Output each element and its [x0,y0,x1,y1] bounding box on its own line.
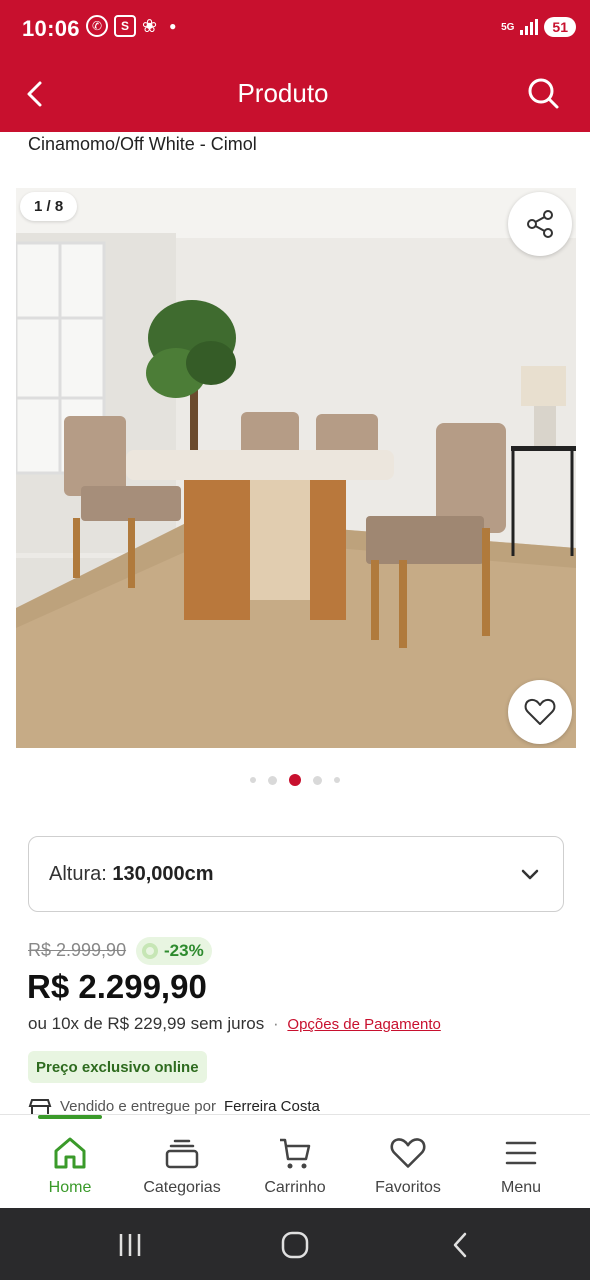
image-counter: 1 / 8 [20,192,78,221]
status-right: 5G 51 [501,17,576,37]
tab-favoritos[interactable]: Favoritos [353,1133,463,1197]
discount-badge: -23% [136,937,212,965]
pagination-dot[interactable] [334,777,340,783]
pagination-dot[interactable] [250,777,256,783]
current-price: R$ 2.299,90 [27,968,207,1005]
menu-icon [505,1141,537,1165]
home-nav-icon[interactable] [280,1230,310,1260]
system-nav-bar [0,1208,590,1280]
tab-menu[interactable]: Menu [466,1133,576,1197]
app-bar: Produto [0,58,590,132]
recent-apps-icon[interactable] [115,1230,145,1260]
gallery-pagination [0,774,590,786]
categories-icon [165,1139,199,1169]
height-select[interactable]: Altura: 130,000cm [28,836,564,912]
notification-icons: ✆ S ❀ ● [86,15,176,37]
product-subtitle: Cinamomo/Off White - Cimol [28,134,257,154]
share-button[interactable] [508,192,572,256]
page-title: Produto [237,78,329,108]
status-time: 10:06 [22,16,80,41]
discount-ring-icon [142,943,158,959]
height-select-text: Altura: 130,000cm [49,863,214,886]
pagination-dot[interactable] [313,775,322,785]
signal-icon [520,19,539,35]
height-select-value: 130,000cm [112,863,214,885]
height-select-label: Altura: [49,863,107,885]
pagination-dot-active[interactable] [289,774,301,786]
tab-favoritos-label: Favoritos [375,1179,441,1196]
active-tab-indicator [38,1115,102,1119]
chevron-down-icon [521,869,539,880]
installments-separator: · [273,1014,279,1033]
cart-icon [280,1138,311,1169]
tab-home[interactable]: Home [15,1133,125,1197]
bird-app-icon: ❀ [142,15,158,36]
payment-options-link[interactable]: Opções de Pagamento [287,1016,440,1033]
bottom-tab-bar: Home Categorias Carrinho Favoritos Menu [0,1114,590,1208]
installments-line: ou 10x de R$ 229,99 sem juros · Opções d… [28,1014,441,1034]
network-label: 5G [501,21,515,33]
tab-carrinho[interactable]: Carrinho [240,1133,350,1197]
favorite-button[interactable] [508,680,572,744]
more-notifications-icon: ● [169,19,177,33]
battery-indicator: 51 [544,17,576,37]
exclusive-online-badge: Preço exclusivo online [28,1051,207,1083]
heart-icon [390,1138,426,1168]
status-bar: 10:06 ✆ S ❀ ● 5G 51 [0,0,590,58]
dining-set-illustration [16,188,576,748]
pagination-dot[interactable] [268,775,277,785]
tab-carrinho-label: Carrinho [264,1179,326,1196]
product-image[interactable] [16,188,576,748]
s-app-icon: S [114,15,136,37]
whatsapp-icon: ✆ [86,15,108,37]
home-icon [54,1137,86,1169]
installments-text: ou 10x de R$ 229,99 sem juros [28,1014,265,1033]
heart-icon [524,698,556,725]
share-icon [527,210,553,238]
old-price: R$ 2.999,90 [28,940,127,960]
tab-categorias[interactable]: Categorias [127,1133,237,1197]
back-nav-icon[interactable] [446,1230,476,1260]
discount-value: -23% [164,941,204,960]
search-icon[interactable] [524,74,564,114]
tab-menu-label: Menu [500,1179,542,1196]
tab-home-label: Home [48,1179,92,1196]
tab-categorias-label: Categorias [143,1179,221,1196]
